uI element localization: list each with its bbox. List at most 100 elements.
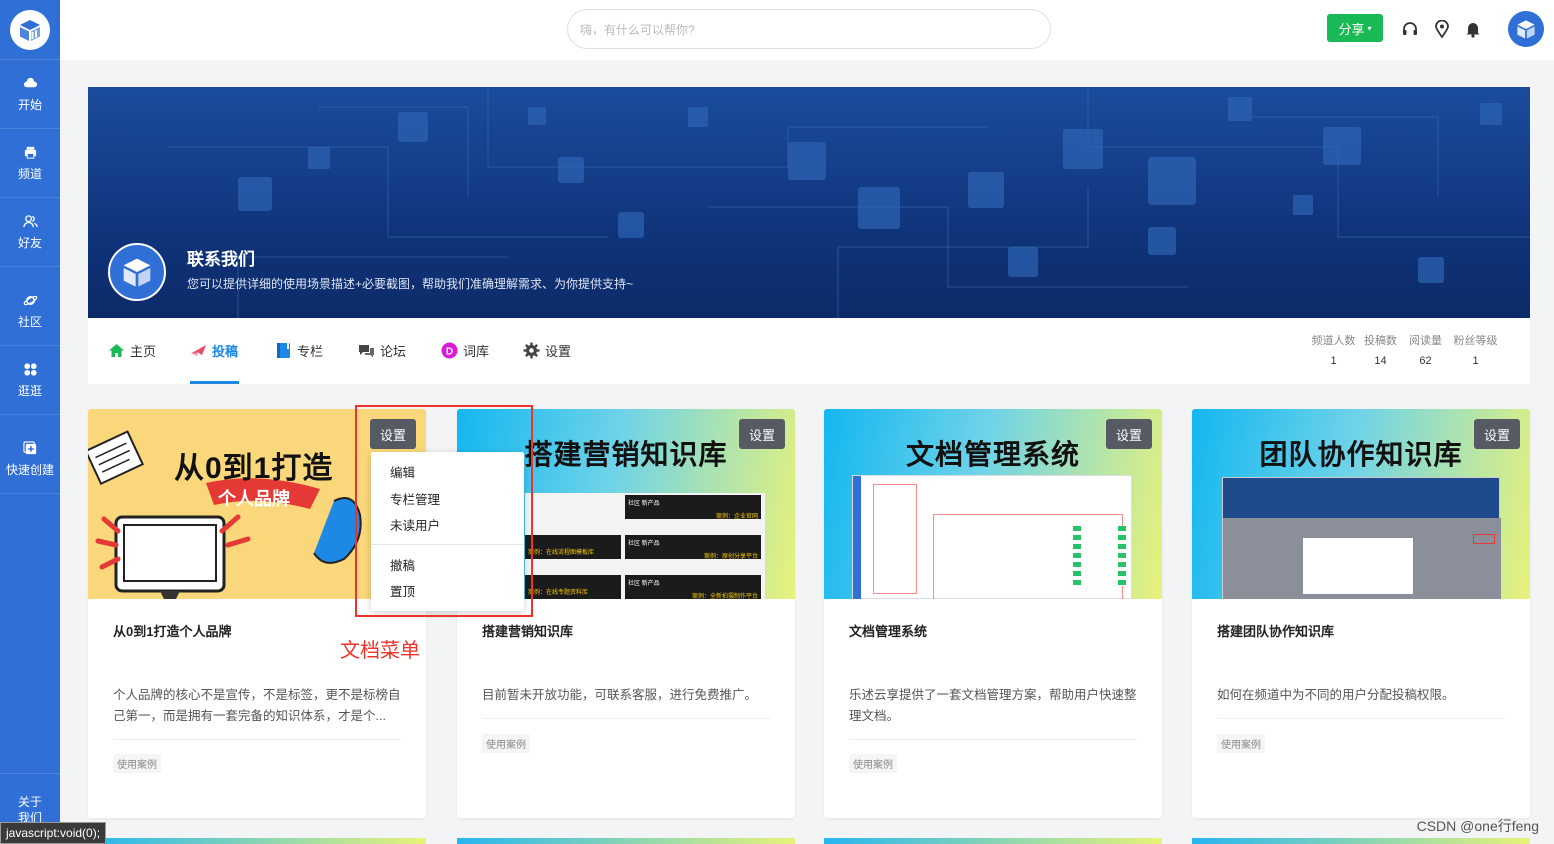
chevron-down-icon: ▾: [1367, 23, 1372, 33]
next-card-peek: [824, 838, 1162, 844]
tile: 案例：在线专题资料库: [525, 575, 621, 599]
article-card[interactable]: 团队协作知识库 设置 搭建团队协作知识库 如何在频道中为不同的用户分配投稿权限。…: [1192, 409, 1530, 818]
headset-icon[interactable]: [1401, 20, 1419, 38]
tab-label: 词库: [463, 343, 490, 359]
sidebar-item-label: 社区: [17, 314, 42, 329]
tab-columns[interactable]: 专栏: [275, 340, 323, 360]
next-card-peek: [88, 838, 426, 844]
tab-label: 主页: [130, 343, 157, 359]
card-cover: 团队协作知识库 设置: [1192, 409, 1530, 599]
card-title[interactable]: 从0到1打造个人品牌: [113, 621, 231, 640]
cover-title: 从0到1打造: [174, 452, 334, 485]
tab-label: 设置: [545, 343, 572, 359]
card-cover: 文档管理系统 设置: [824, 409, 1162, 599]
sidebar-item-quick-create[interactable]: 快速创建: [0, 425, 60, 494]
card-divider: [113, 739, 401, 740]
cover-subtitle: 个人品牌: [218, 489, 290, 509]
watermark: CSDN @one行feng: [1416, 818, 1539, 834]
sidebar-item-label: 逛逛: [17, 383, 42, 398]
card-tag[interactable]: 使用案例: [113, 754, 161, 773]
article-card[interactable]: 文档管理系统 设置 文档管理系统 乐述云享提供了一套文档管理方案，帮助用户快速整…: [824, 409, 1162, 818]
stat-submissions: 投稿数 14: [1364, 335, 1397, 367]
card-title[interactable]: 搭建团队协作知识库: [1217, 621, 1334, 640]
book-icon: [275, 342, 292, 359]
logo-icon: [123, 258, 151, 287]
card-description: 目前暂未开放功能，可联系客服，进行免费推广。: [482, 688, 758, 702]
chat-icon: [358, 342, 375, 359]
share-label: 分享: [1338, 21, 1365, 37]
logo-icon: [1517, 20, 1535, 39]
tile: 案例：在线流程图模板库: [525, 535, 621, 559]
card-divider: [1217, 718, 1505, 719]
tab-forum[interactable]: 论坛: [358, 340, 406, 360]
annotation-highlight-box: [355, 405, 533, 617]
card-description: 乐述云享提供了一套文档管理方案，帮助用户快速整理文档。: [849, 688, 1137, 723]
tab-lexicon[interactable]: D 词库: [441, 340, 489, 360]
sidebar-item-channel[interactable]: 频道: [0, 129, 60, 198]
sidebar-item-label: 好友: [17, 235, 42, 250]
tab-label: 投稿: [212, 343, 239, 359]
paper-plane-icon: [190, 342, 207, 359]
card-title[interactable]: 文档管理系统: [849, 621, 927, 640]
app-logo[interactable]: [0, 0, 60, 60]
share-button[interactable]: 分享 ▾: [1327, 14, 1383, 42]
card-settings-button[interactable]: 设置: [739, 419, 785, 449]
gear-icon: [523, 342, 540, 359]
stat-members: 频道人数 1: [1311, 335, 1356, 367]
sidebar-item-about[interactable]: 关于我们: [0, 773, 60, 826]
stat-fan-level: 粉丝等级 1: [1453, 335, 1498, 367]
sidebar-item-label: 频道: [17, 166, 42, 181]
card-divider: [482, 718, 770, 719]
sidebar-item-explore[interactable]: 逛逛: [0, 346, 60, 415]
tab-home[interactable]: 主页: [108, 340, 156, 360]
card-divider: [849, 739, 1137, 740]
tile: 社区 新产品 案例：全新拍摄制作平台: [625, 575, 761, 599]
channel-stats: 频道人数 1 投稿数 14 阅读量 62 粉丝等级 1: [1310, 332, 1504, 367]
sidebar-item-label: 快速创建: [5, 462, 54, 477]
search-input[interactable]: 嗨，有什么可以帮你?: [567, 9, 1051, 49]
card-settings-button[interactable]: 设置: [1106, 419, 1152, 449]
users-icon: [22, 214, 38, 227]
plus-square-icon: [22, 440, 36, 454]
cloud-icon: [23, 77, 37, 87]
card-description: 个人品牌的核心不是宣传，不是标签，更不是标榜自己第一，而是拥有一套完备的知识体系…: [113, 688, 401, 723]
status-bar-url: javascript:void(0);: [0, 822, 107, 844]
location-pin-icon[interactable]: [1433, 20, 1451, 38]
card-title[interactable]: 搭建营销知识库: [482, 621, 573, 640]
bell-icon[interactable]: [1464, 20, 1482, 38]
stat-reads: 阅读量 62: [1409, 335, 1442, 367]
logo-icon: [10, 9, 50, 50]
sidebar-item-label: 开始: [17, 97, 42, 112]
tile: 社区 新产品 案例：企业官网: [625, 495, 761, 520]
tab-settings[interactable]: 设置: [523, 340, 571, 360]
annotation-label: 文档菜单: [340, 640, 420, 662]
top-bar: 嗨，有什么可以帮你? 分享 ▾: [60, 0, 1554, 60]
cover-screenshot: [852, 475, 1132, 599]
sidebar-item-friends[interactable]: 好友: [0, 198, 60, 267]
card-tag[interactable]: 使用案例: [1217, 734, 1265, 753]
user-avatar[interactable]: [1508, 11, 1544, 47]
d-badge-icon: D: [441, 342, 458, 359]
card-tag[interactable]: 使用案例: [482, 734, 530, 753]
svg-text:D: D: [446, 346, 453, 357]
tab-label: 专栏: [297, 343, 324, 359]
next-card-peek: [457, 838, 795, 844]
sidebar-item-start[interactable]: 开始: [0, 60, 60, 129]
planet-icon: [23, 295, 37, 305]
tab-label: 论坛: [380, 343, 407, 359]
card-settings-button[interactable]: 设置: [1474, 419, 1520, 449]
sidebar-item-community[interactable]: 社区: [0, 277, 60, 346]
printer-icon: [24, 146, 36, 159]
sidebar: 开始 频道 好友 社区 逛逛 快速创建 关于我们: [0, 0, 60, 844]
cover-screenshot: 社区 新产品 案例：企业官网 案例：在线流程图模板库 社区 新产品 案例：原创分享平…: [525, 493, 765, 599]
channel-avatar: [108, 243, 166, 301]
grid-icon: [23, 362, 37, 376]
active-tab-indicator: [190, 381, 239, 384]
channel-description: 您可以提供详细的使用场景描述+必要截图，帮助我们准确理解需求、为你提供支持~: [187, 277, 634, 291]
home-icon: [108, 342, 125, 359]
tile: 社区 新产品 案例：原创分享平台: [625, 535, 761, 560]
tab-submissions[interactable]: 投稿: [190, 340, 238, 360]
card-tag[interactable]: 使用案例: [849, 754, 897, 773]
channel-title: 联系我们: [187, 250, 255, 269]
card-description: 如何在频道中为不同的用户分配投稿权限。: [1217, 688, 1455, 702]
